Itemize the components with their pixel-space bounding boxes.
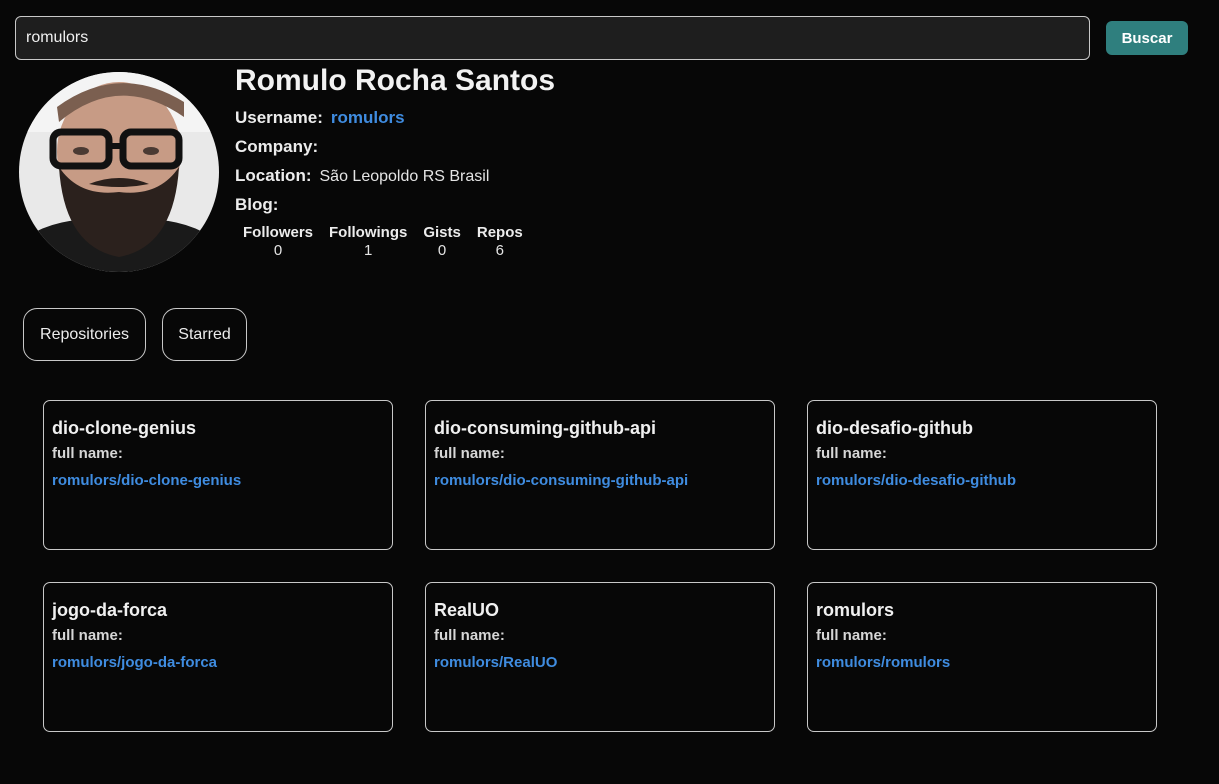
blog-row: Blog: <box>235 195 286 215</box>
profile-name: Romulo Rocha Santos <box>235 64 556 97</box>
repo-name: RealUO <box>434 600 500 620</box>
avatar <box>19 72 219 272</box>
stat-label: Repos <box>476 224 523 241</box>
repo-fullname-label: full name: <box>52 627 123 644</box>
stat-gists: Gists 0 <box>423 224 461 260</box>
stat-value: 1 <box>364 242 373 259</box>
repo-card[interactable]: romulors full name: romulors/romulors <box>807 582 1157 732</box>
username-label: Username: <box>235 108 323 127</box>
repo-fullname-label: full name: <box>434 445 505 462</box>
stat-value: 0 <box>437 242 447 259</box>
stat-label: Followers <box>243 224 314 241</box>
profile-stats: Followers 0 Followings 1 Gists 0 Repos 6 <box>243 224 523 260</box>
search-input[interactable] <box>15 16 1090 60</box>
repo-name: dio-consuming-github-api <box>434 418 656 438</box>
stat-repos: Repos 6 <box>477 224 523 260</box>
repo-fullname-label: full name: <box>52 445 123 462</box>
repo-name: romulors <box>816 600 895 620</box>
search-button[interactable]: Buscar <box>1106 21 1188 55</box>
stat-value: 0 <box>273 242 283 259</box>
repo-name: dio-desafio-github <box>816 418 973 438</box>
tab-repositories[interactable]: Repositories <box>23 308 146 361</box>
repo-card[interactable]: jogo-da-forca full name: romulors/jogo-d… <box>43 582 393 732</box>
repo-card[interactable]: dio-clone-genius full name: romulors/dio… <box>43 400 393 550</box>
location-row: Location: São Leopoldo RS Brasil <box>235 166 489 186</box>
stat-value: 6 <box>495 242 504 259</box>
repo-fullname-link[interactable]: romulors/romulors <box>816 654 950 672</box>
repo-name: dio-clone-genius <box>52 418 196 438</box>
repo-fullname-link[interactable]: romulors/dio-desafio-github <box>816 472 1016 490</box>
blog-label: Blog: <box>235 195 279 214</box>
repo-fullname-label: full name: <box>816 627 887 644</box>
repo-fullname-link[interactable]: romulors/jogo-da-forca <box>52 654 217 672</box>
tab-starred[interactable]: Starred <box>162 308 247 361</box>
stat-label: Gists <box>423 224 461 241</box>
location-label: Location: <box>235 166 312 185</box>
stat-followers: Followers 0 <box>243 224 313 260</box>
company-label: Company: <box>235 137 319 156</box>
username-link[interactable]: romulors <box>331 108 405 128</box>
location-value: São Leopoldo RS Brasil <box>319 168 490 185</box>
stat-label: Followings <box>329 224 408 241</box>
username-row: Username: romulors <box>235 108 405 128</box>
repo-name: jogo-da-forca <box>52 600 167 620</box>
repo-fullname-link[interactable]: romulors/dio-clone-genius <box>52 472 241 490</box>
company-row: Company: <box>235 137 326 157</box>
repo-fullname-link[interactable]: romulors/RealUO <box>434 654 557 672</box>
repo-card[interactable]: dio-desafio-github full name: romulors/d… <box>807 400 1157 550</box>
stat-followings: Followings 1 <box>329 224 407 260</box>
repo-card[interactable]: dio-consuming-github-api full name: romu… <box>425 400 775 550</box>
page: Buscar Romulo Rocha Santos <box>0 0 1219 784</box>
repo-fullname-label: full name: <box>816 445 887 462</box>
repo-fullname-link[interactable]: romulors/dio-consuming-github-api <box>434 472 688 490</box>
repo-fullname-label: full name: <box>434 627 505 644</box>
repo-card[interactable]: RealUO full name: romulors/RealUO <box>425 582 775 732</box>
